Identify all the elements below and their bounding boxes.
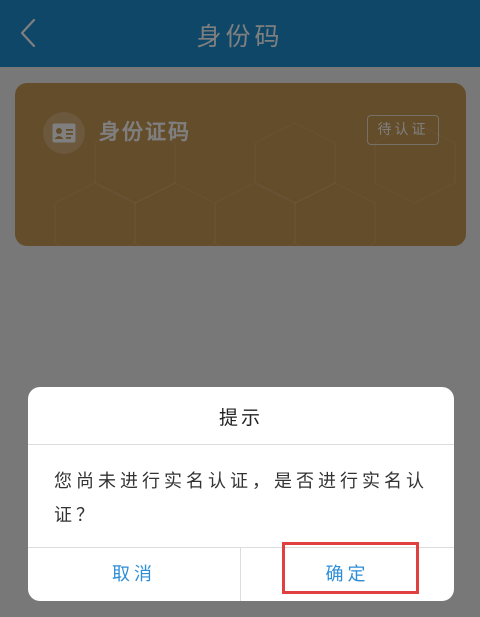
dialog-title: 提示 [218,407,263,429]
dialog-divider [28,444,454,445]
dialog-message: 您尚未进行实名认证，是否进行实名认证？ [54,471,428,526]
confirm-highlight-box [282,542,419,594]
cancel-button[interactable]: 取消 [28,548,240,601]
